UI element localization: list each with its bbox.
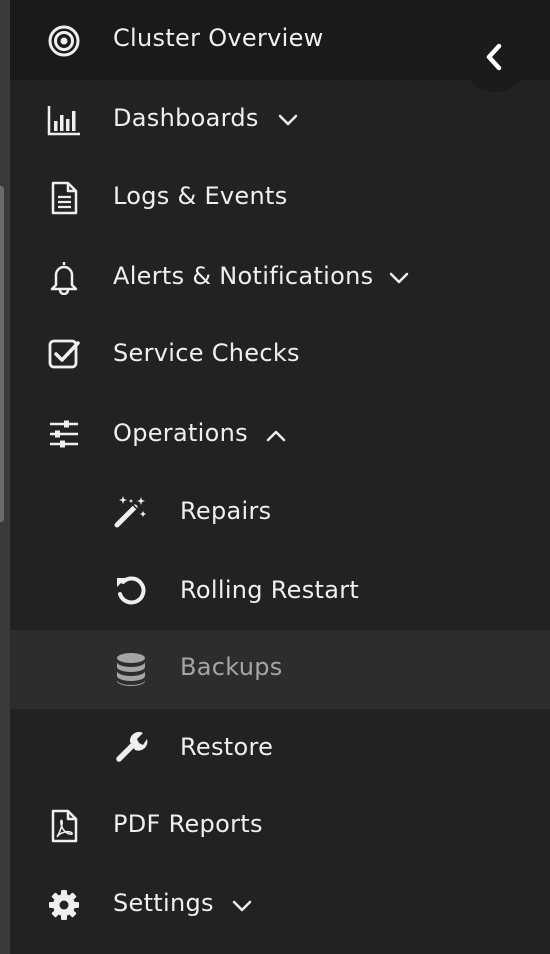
document-icon bbox=[44, 178, 84, 218]
sidebar-item-label: Settings bbox=[113, 889, 214, 917]
chevron-down-icon[interactable] bbox=[230, 894, 254, 918]
chevron-down-icon[interactable] bbox=[276, 108, 300, 132]
sidebar-item-label: Operations bbox=[113, 419, 248, 447]
sidebar-item-label: Alerts & Notifications bbox=[113, 262, 374, 290]
target-icon bbox=[44, 21, 84, 61]
sidebar-item-label: PDF Reports bbox=[113, 810, 263, 838]
sidebar-item-label: Restore bbox=[180, 733, 274, 761]
checkbox-icon bbox=[44, 334, 84, 374]
sidebar-item-repairs[interactable]: Repairs bbox=[10, 474, 550, 552]
chevron-up-icon[interactable] bbox=[264, 424, 288, 448]
sidebar-item-settings[interactable]: Settings bbox=[10, 865, 550, 945]
sidebar-item-backups[interactable]: Backups bbox=[10, 630, 550, 709]
sidebar-item-rolling-restart[interactable]: Rolling Restart bbox=[10, 552, 550, 630]
sidebar-item-label: Dashboards bbox=[113, 104, 259, 132]
chevron-left-icon bbox=[486, 43, 502, 71]
sidebar-item-label: Backups bbox=[180, 653, 283, 681]
sliders-icon bbox=[44, 414, 84, 454]
sidebar-item-restore[interactable]: Restore bbox=[10, 709, 550, 787]
wrench-icon bbox=[111, 727, 151, 767]
sidebar-item-pdf-reports[interactable]: PDF Reports bbox=[10, 787, 550, 865]
sidebar-item-service-checks[interactable]: Service Checks bbox=[10, 316, 550, 394]
pdf-icon bbox=[44, 806, 84, 846]
sidebar-item-label: Cluster Overview bbox=[113, 24, 324, 52]
sidebar-item-logs-events[interactable]: Logs & Events bbox=[10, 160, 550, 238]
chevron-down-icon[interactable] bbox=[387, 266, 411, 290]
left-edge-strip bbox=[0, 0, 10, 954]
gear-icon bbox=[44, 885, 84, 925]
sidebar-item-dashboards[interactable]: Dashboards bbox=[10, 80, 550, 160]
database-icon bbox=[111, 649, 151, 689]
scroll-edge bbox=[0, 186, 4, 522]
sidebar-item-label: Repairs bbox=[180, 497, 272, 525]
sidebar-item-label: Rolling Restart bbox=[180, 576, 360, 604]
bar-chart-icon bbox=[44, 100, 84, 140]
bell-icon bbox=[44, 257, 84, 297]
restart-icon bbox=[111, 571, 151, 611]
sidebar-item-operations[interactable]: Operations bbox=[10, 394, 550, 474]
sidebar-item-label: Service Checks bbox=[113, 339, 300, 367]
sidebar-item-alerts-notifications[interactable]: Alerts & Notifications bbox=[10, 238, 550, 316]
sidebar-item-label: Logs & Events bbox=[113, 182, 288, 210]
magic-wand-icon bbox=[111, 491, 151, 531]
